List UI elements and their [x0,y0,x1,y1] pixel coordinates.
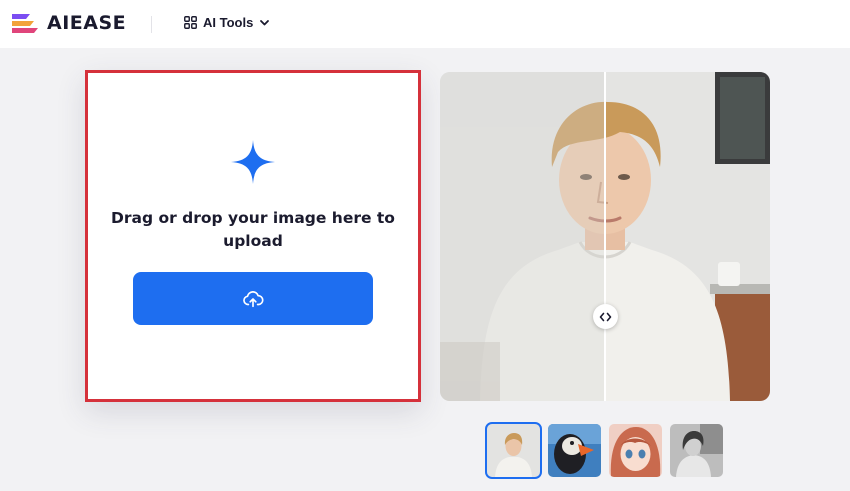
compare-divider [604,72,606,401]
grid-icon [184,16,197,29]
before-after-preview [440,72,770,401]
brand-name: AIEASE [47,12,127,34]
upload-instruction: Drag or drop your image here to upload [111,209,395,250]
upload-image-button[interactable] [133,272,373,325]
portrait-thumb-image [487,424,540,477]
sample-thumb-anime[interactable] [609,424,662,477]
ai-tools-label: AI Tools [203,15,254,30]
sample-thumb-portrait[interactable] [485,422,542,479]
compare-slider-handle[interactable] [593,304,618,329]
top-navbar: AIEASE AI Tools [0,0,850,48]
chevron-down-icon [260,20,270,26]
brand-logo[interactable]: AIEASE [8,10,126,36]
sample-thumb-puffin[interactable] [548,424,601,477]
sample-thumbnails [485,422,731,479]
upload-dropzone[interactable]: Drag or drop your image here to upload [85,70,421,402]
left-right-arrows-icon [599,312,612,321]
bw-woman-thumb-image [670,424,723,477]
puffin-thumb-image [548,424,601,477]
ai-tools-menu[interactable]: AI Tools [184,15,270,30]
sample-thumb-bw-woman[interactable] [670,424,723,477]
aiease-logo-icon [12,14,38,33]
cloud-upload-icon [243,290,264,307]
nav-divider [151,16,152,33]
plus-sparkle-icon [231,140,275,184]
anime-thumb-image [609,424,662,477]
